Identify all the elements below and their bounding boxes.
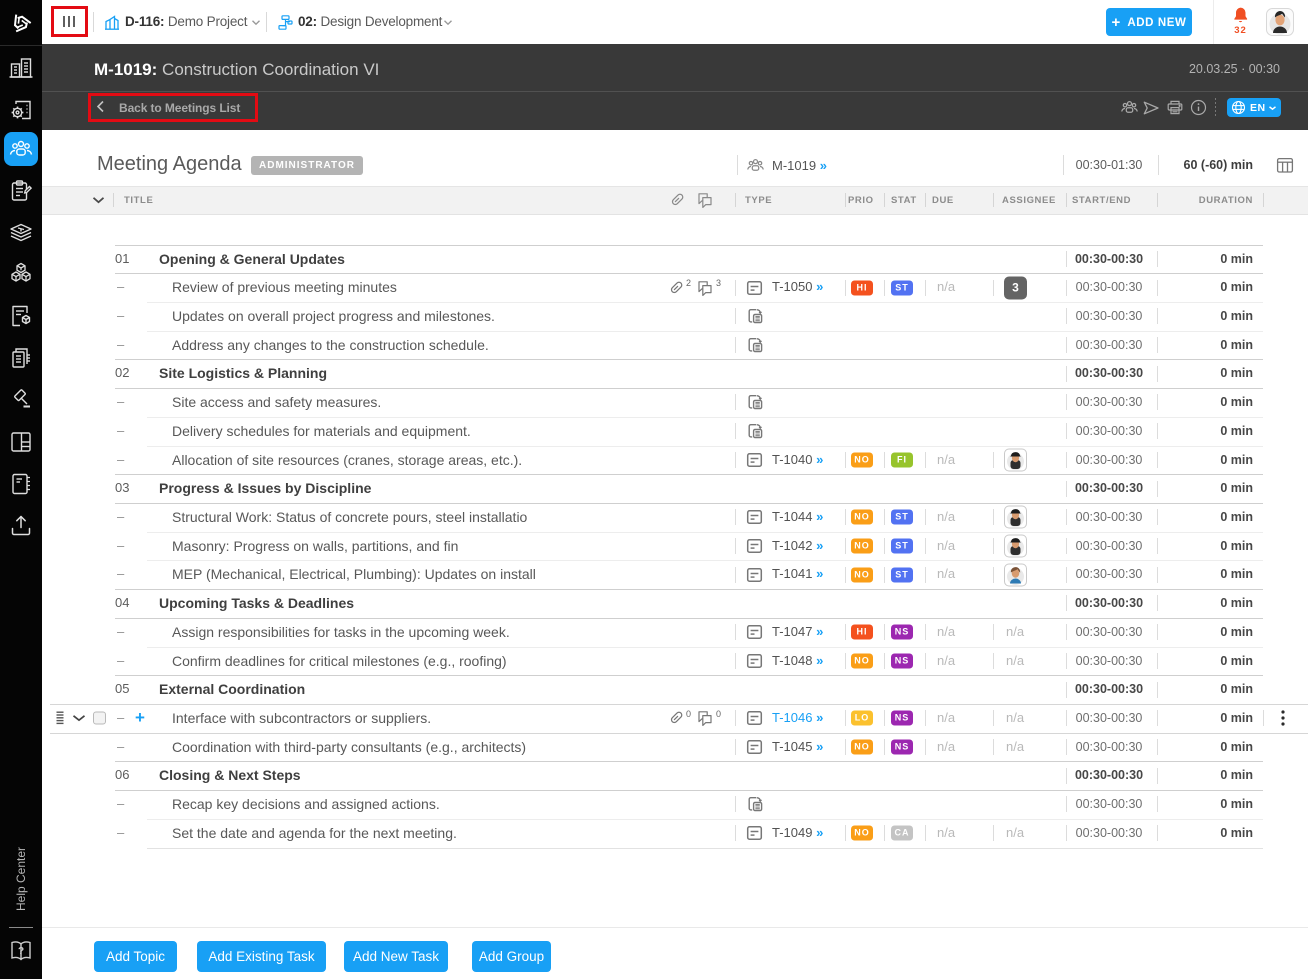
svg-text:?: ? <box>18 946 24 957</box>
